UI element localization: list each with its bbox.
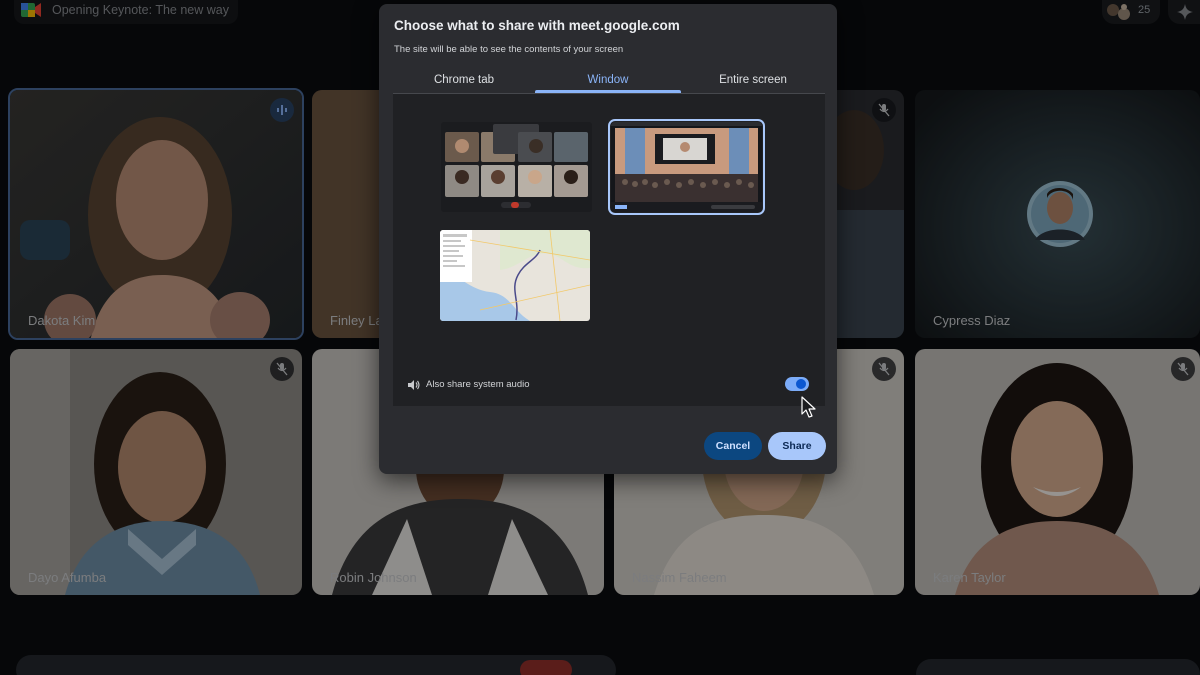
window-picker-panel xyxy=(393,94,825,406)
cancel-button[interactable]: Cancel xyxy=(704,432,762,460)
tab-entire-screen[interactable]: Entire screen xyxy=(681,68,825,94)
keynote-window-preview xyxy=(611,122,762,212)
leave-call-button[interactable] xyxy=(520,660,572,675)
window-thumbnail-maps[interactable] xyxy=(440,230,590,321)
system-audio-row: Also share system audio xyxy=(393,366,825,406)
maps-window-preview xyxy=(440,230,590,321)
active-tab-indicator xyxy=(535,90,681,93)
meet-window-preview xyxy=(441,122,592,212)
tab-chrome-tab[interactable]: Chrome tab xyxy=(393,68,535,94)
dialog-title: Choose what to share with meet.google.co… xyxy=(394,18,680,33)
dialog-subtitle: The site will be able to see the content… xyxy=(394,44,624,55)
side-panel-pill[interactable] xyxy=(916,659,1200,675)
speaker-icon xyxy=(408,380,420,390)
window-thumbnail-meet[interactable] xyxy=(441,122,592,212)
toggle-knob xyxy=(796,379,806,389)
share-screen-dialog: Choose what to share with meet.google.co… xyxy=(379,4,837,474)
mouse-pointer-icon xyxy=(801,396,816,418)
system-audio-toggle[interactable] xyxy=(785,377,809,391)
share-button[interactable]: Share xyxy=(768,432,826,460)
system-audio-label: Also share system audio xyxy=(426,379,530,390)
window-thumbnail-keynote[interactable] xyxy=(608,119,765,215)
meeting-controls-bar xyxy=(0,650,1200,675)
